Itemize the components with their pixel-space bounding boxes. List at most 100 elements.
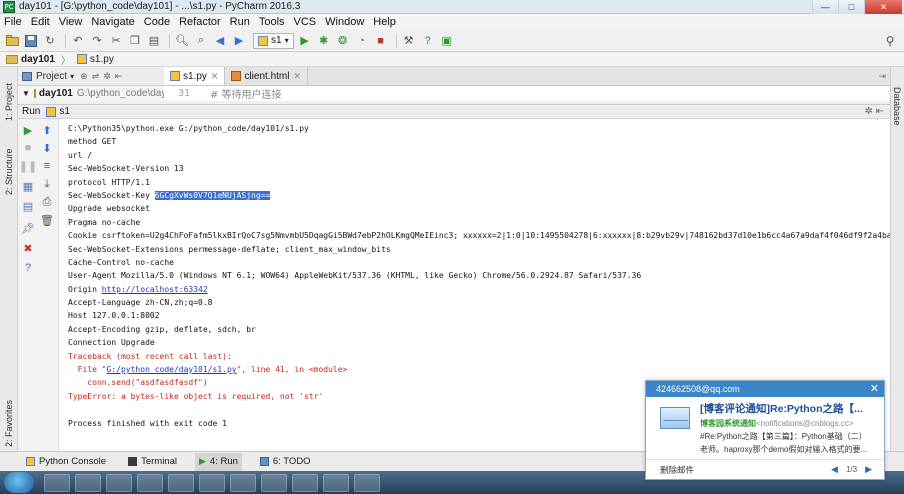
chevron-down-icon[interactable]: ▼ xyxy=(22,89,30,98)
maximize-button[interactable]: □ xyxy=(838,0,864,14)
tab-s1-py[interactable]: s1.py ✕ xyxy=(164,67,226,85)
taskbar-app-icon[interactable] xyxy=(323,473,349,492)
selected-text[interactable]: 6GCgXvWs0V7Q1eNUjASjng== xyxy=(154,190,271,200)
taskbar-app-icon[interactable] xyxy=(106,473,132,492)
profile-icon[interactable]: ◔ xyxy=(354,33,370,49)
next-icon[interactable]: ▶ xyxy=(865,464,872,475)
print-icon[interactable]: ⎙ xyxy=(40,195,54,209)
notification-subject[interactable]: [博客评论通知]Re:Python之路【... xyxy=(700,401,878,416)
tab-client-html[interactable]: client.html ✕ xyxy=(225,67,309,85)
menu-view[interactable]: View xyxy=(59,16,83,28)
dump-threads-icon[interactable]: ▤ xyxy=(21,199,35,213)
notification-body[interactable]: [博客评论通知]Re:Python之路【... 博客园系统通知<notifica… xyxy=(646,397,884,459)
taskbar-app-icon[interactable] xyxy=(199,473,225,492)
menu-navigate[interactable]: Navigate xyxy=(91,16,134,28)
project-panel-icon xyxy=(22,71,32,81)
help-icon[interactable]: ? xyxy=(420,33,436,49)
structure-tool-tab[interactable]: 2: Structure xyxy=(2,137,16,195)
menu-tools[interactable]: Tools xyxy=(259,16,285,28)
traceback-file-link[interactable]: G:/python_code/day101/s1.py xyxy=(107,365,237,374)
chevron-down-icon[interactable]: ▾ xyxy=(70,72,74,81)
console-line: Sec-WebSocket-Version 13 xyxy=(68,164,184,174)
scroll-up-icon[interactable]: ⬆ xyxy=(40,123,54,137)
taskbar-app-icon[interactable] xyxy=(137,473,163,492)
close-tab-icon[interactable]: ✕ xyxy=(211,71,219,82)
taskbar-app-icon[interactable] xyxy=(168,473,194,492)
structure-icon[interactable]: ▣ xyxy=(439,33,455,49)
undo-icon[interactable]: ↶ xyxy=(70,33,86,49)
project-tree-root[interactable]: ▼ day101 G:\python_code\day xyxy=(18,86,164,101)
pause-icon[interactable]: ❚❚ xyxy=(19,159,37,173)
rerun-icon[interactable]: ▶ xyxy=(21,123,35,137)
tab-label: 6: TODO xyxy=(272,456,311,467)
redo-icon[interactable]: ↷ xyxy=(89,33,105,49)
collapse-all-icon[interactable]: ⇌ xyxy=(92,71,100,82)
taskbar-app-icon[interactable] xyxy=(75,473,101,492)
hide-panel-icon[interactable]: ⇤ xyxy=(115,71,123,82)
breadcrumb-project[interactable]: day101 xyxy=(6,54,55,65)
database-tool-tab[interactable]: Database xyxy=(892,87,902,126)
favorites-tool-tab[interactable]: 2: Favorites xyxy=(2,389,16,447)
run-configuration-select[interactable]: s1 ▾ xyxy=(253,32,294,49)
paste-icon[interactable]: ▤ xyxy=(146,33,162,49)
forward-icon[interactable]: ▶ xyxy=(231,33,247,49)
tab-terminal[interactable]: Terminal xyxy=(124,453,181,471)
menu-file[interactable]: File xyxy=(4,16,22,28)
menu-refactor[interactable]: Refactor xyxy=(179,16,221,28)
breadcrumb-file[interactable]: s1.py xyxy=(76,54,114,65)
project-panel-label[interactable]: Project xyxy=(36,71,67,82)
search-icon[interactable]: ⚲ xyxy=(882,33,898,49)
pin-icon[interactable]: 📌︎ xyxy=(21,221,35,235)
coverage-icon[interactable]: ❂ xyxy=(335,33,351,49)
menu-code[interactable]: Code xyxy=(144,16,170,28)
find-icon[interactable]: 🔍︎ xyxy=(174,33,190,49)
taskbar-app-icon[interactable] xyxy=(292,473,318,492)
tab-run[interactable]: ▶ 4: Run xyxy=(194,452,242,471)
taskbar-app-icon[interactable] xyxy=(354,473,380,492)
editor-area[interactable]: 31 # 等待用户连接 xyxy=(164,86,890,101)
taskbar-app-icon[interactable] xyxy=(230,473,256,492)
back-icon[interactable]: ◀ xyxy=(212,33,228,49)
menu-vcs[interactable]: VCS xyxy=(294,16,317,28)
clear-all-icon[interactable]: 🗑︎ xyxy=(40,213,54,227)
run-icon[interactable]: ▶ xyxy=(297,33,313,49)
close-icon[interactable]: ✕ xyxy=(870,382,879,395)
delete-mail-link[interactable]: 删除邮件 xyxy=(660,464,694,476)
tab-todo[interactable]: 6: TODO xyxy=(256,453,315,471)
scroll-from-source-icon[interactable]: ⊕ xyxy=(80,71,88,82)
menu-edit[interactable]: Edit xyxy=(31,16,50,28)
copy-icon[interactable]: ❐ xyxy=(127,33,143,49)
tab-python-console[interactable]: Python Console xyxy=(22,453,110,471)
menu-help[interactable]: Help xyxy=(373,16,396,28)
soft-wrap-icon[interactable]: ≡ xyxy=(40,159,54,173)
scroll-to-end-icon[interactable]: ⤓ xyxy=(40,177,54,191)
stop-icon[interactable]: ■ xyxy=(21,141,35,155)
save-icon[interactable] xyxy=(23,33,39,49)
debug-icon[interactable]: ✱ xyxy=(316,33,332,49)
windows-start-icon[interactable] xyxy=(4,472,34,493)
close-tab-icon[interactable]: ✕ xyxy=(293,71,301,82)
gear-icon[interactable]: ✲ xyxy=(103,71,111,82)
sync-icon[interactable]: ↻ xyxy=(42,33,58,49)
mail-notification-popup[interactable]: 424662508@qq.com ✕ [博客评论通知]Re:Python之路【.… xyxy=(645,380,885,480)
origin-link[interactable]: http://localhost:63342 xyxy=(102,285,208,294)
help-icon[interactable]: ? xyxy=(21,261,35,275)
stop-icon[interactable]: ■ xyxy=(373,33,389,49)
project-tool-tab[interactable]: 1: Project xyxy=(2,71,16,121)
gear-icon[interactable]: ✲ ⇤ xyxy=(864,106,884,117)
previous-icon[interactable]: ◀ xyxy=(831,464,838,475)
minimize-button[interactable]: — xyxy=(812,0,838,14)
menu-window[interactable]: Window xyxy=(325,16,364,28)
close-button[interactable]: ✕ xyxy=(864,0,902,14)
cut-icon[interactable]: ✂ xyxy=(108,33,124,49)
replace-icon[interactable]: ⌕ xyxy=(193,33,209,49)
close-run-icon[interactable]: ✖ xyxy=(21,241,35,255)
taskbar-app-icon[interactable] xyxy=(44,473,70,492)
menu-run[interactable]: Run xyxy=(230,16,250,28)
taskbar-app-icon[interactable] xyxy=(261,473,287,492)
open-icon[interactable] xyxy=(4,33,20,49)
settings-icon[interactable]: ⚒ xyxy=(401,33,417,49)
restore-layout-icon[interactable]: ▦ xyxy=(21,179,35,193)
scroll-down-icon[interactable]: ⬇ xyxy=(40,141,54,155)
tab-list-icon[interactable]: ⇥ xyxy=(878,71,886,82)
